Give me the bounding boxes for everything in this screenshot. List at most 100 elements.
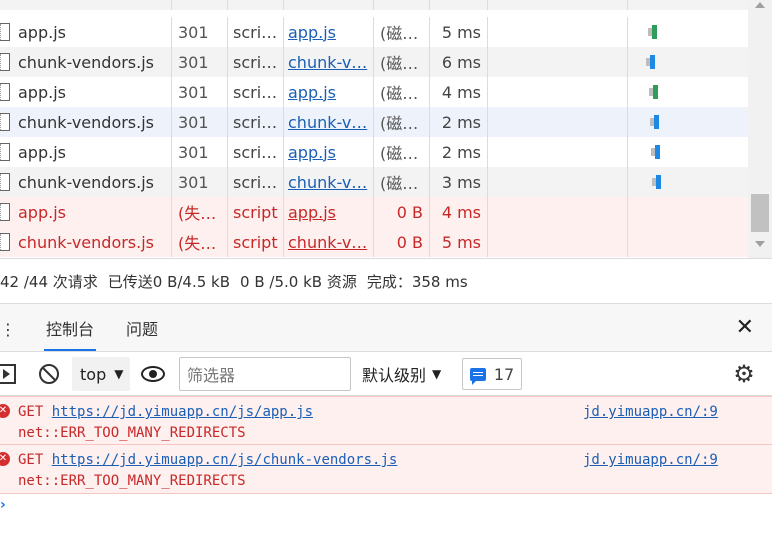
time-cell: 5 ms — [441, 232, 481, 252]
file-icon — [0, 23, 10, 41]
scroll-down-arrow-icon[interactable] — [755, 241, 765, 247]
status-cell: 301 — [178, 52, 209, 72]
waterfall-cell — [488, 77, 628, 107]
request-name: chunk-vendors.js — [18, 232, 155, 252]
initiator-link[interactable]: app.js — [288, 83, 336, 102]
type-cell: scri… — [233, 22, 278, 42]
waterfall-cell — [488, 107, 628, 137]
size-cell: (磁… — [380, 54, 419, 73]
context-selector-label: top — [80, 364, 107, 384]
show-sidebar-icon[interactable] — [0, 364, 16, 384]
request-url-link[interactable]: https://jd.yimuapp.cn/js/app.js — [52, 404, 313, 420]
type-cell: scri… — [233, 82, 278, 102]
waterfall-cell — [628, 47, 748, 77]
context-selector[interactable]: top ▼ — [72, 357, 130, 391]
type-cell: script — [233, 202, 278, 222]
file-icon — [0, 203, 10, 221]
network-summary-bar: 42 /44 次请求 已传送0 B/4.5 kB 0 B /5.0 kB 资源 … — [0, 258, 772, 304]
initiator-link[interactable]: chunk-v… — [288, 53, 367, 72]
more-tools-menu-icon[interactable]: ⋮ — [0, 320, 17, 339]
type-cell: script — [233, 232, 278, 252]
request-name: app.js — [18, 142, 66, 162]
request-name: chunk-vendors.js — [18, 52, 155, 72]
console-prompt-icon[interactable]: › — [0, 497, 6, 513]
issues-counter-button[interactable]: 17 — [462, 358, 522, 390]
status-cell: 301 — [178, 112, 209, 132]
settings-gear-icon[interactable]: ⚙ — [733, 362, 755, 386]
waterfall-cell — [488, 47, 628, 77]
source-location-link[interactable]: jd.yimuapp.cn/:9 — [583, 404, 718, 420]
console-error-message: ✕ GET https://jd.yimuapp.cn/js/app.js ne… — [0, 396, 772, 445]
time-cell: 2 ms — [441, 112, 481, 132]
waterfall-cell — [628, 197, 748, 227]
table-row[interactable]: app.js (失… script app.js 0 B 4 ms — [0, 197, 748, 227]
request-name: app.js — [18, 82, 66, 102]
waterfall-cell — [628, 167, 748, 197]
time-cell: 3 ms — [441, 172, 481, 192]
drawer-tab-bar: ⋮ 控制台 问题 ✕ — [0, 304, 772, 352]
log-level-dropdown[interactable]: 默认级别 ▼ — [362, 357, 454, 391]
status-cell: (失… — [178, 234, 217, 253]
request-name: chunk-vendors.js — [18, 112, 155, 132]
initiator-link[interactable]: app.js — [288, 23, 336, 42]
request-name: chunk-vendors.js — [18, 172, 155, 192]
error-text: net::ERR_TOO_MANY_REDIRECTS — [18, 473, 246, 489]
type-cell: scri… — [233, 112, 278, 132]
scroll-thumb[interactable] — [751, 194, 769, 232]
waterfall-cell — [628, 107, 748, 137]
source-location-link[interactable]: jd.yimuapp.cn/:9 — [583, 452, 718, 468]
request-url-link[interactable]: https://jd.yimuapp.cn/js/chunk-vendors.j… — [52, 452, 398, 468]
file-icon — [0, 173, 10, 191]
waterfall-cell — [628, 17, 748, 47]
status-cell: 301 — [178, 142, 209, 162]
close-drawer-icon[interactable]: ✕ — [736, 317, 754, 339]
table-row[interactable]: app.js 301 scri… app.js (磁… 4 ms — [0, 77, 748, 107]
caret-down-icon: ▼ — [432, 367, 442, 381]
console-toolbar: top ▼ 筛选器 默认级别 ▼ 17 ⚙ — [0, 352, 772, 396]
time-cell: 4 ms — [441, 82, 481, 102]
file-icon — [0, 143, 10, 161]
status-cell: 301 — [178, 172, 209, 192]
table-row[interactable]: app.js 301 scri… app.js (磁… 2 ms — [0, 137, 748, 167]
initiator-link[interactable]: chunk-v… — [288, 173, 367, 192]
file-icon — [0, 53, 10, 71]
size-cell: (磁… — [380, 114, 419, 133]
error-text: net::ERR_TOO_MANY_REDIRECTS — [18, 425, 246, 441]
request-count: 42 /44 次请求 — [0, 272, 98, 291]
type-cell: scri… — [233, 142, 278, 162]
request-name: app.js — [18, 202, 66, 222]
initiator-link[interactable]: app.js — [288, 203, 336, 222]
live-expression-eye-icon[interactable] — [141, 366, 165, 382]
initiator-link[interactable]: chunk-v… — [288, 113, 367, 132]
tab-issues[interactable]: 问题 — [126, 304, 158, 351]
table-row[interactable]: chunk-vendors.js (失… script chunk-v… 0 B 5 ms — [0, 227, 748, 257]
file-icon — [0, 83, 10, 101]
table-row[interactable]: app.js 301 scri… app.js (磁… 5 ms — [0, 17, 748, 47]
scroll-up-arrow-icon[interactable] — [755, 2, 765, 8]
status-cell: 301 — [178, 22, 209, 42]
time-cell: 4 ms — [441, 202, 481, 222]
table-row[interactable]: chunk-vendors.js 301 scri… chunk-v… (磁… 6 ms — [0, 47, 748, 77]
file-icon — [0, 113, 10, 131]
status-cell: 301 — [178, 82, 209, 102]
table-scrollbar[interactable] — [748, 0, 772, 258]
table-row[interactable]: chunk-vendors.js 301 scri… chunk-v… (磁… 2 ms — [0, 107, 748, 137]
table-row[interactable]: chunk-vendors.js 301 scri… chunk-v… (磁… 3 ms — [0, 167, 748, 197]
waterfall-cell — [488, 137, 628, 167]
initiator-link[interactable]: chunk-v… — [288, 233, 367, 252]
caret-down-icon: ▼ — [114, 367, 124, 381]
error-icon: ✕ — [0, 404, 10, 418]
tab-console[interactable]: 控制台 — [43, 304, 97, 351]
clear-console-icon[interactable] — [39, 364, 59, 384]
network-request-table: app.js 301 scri… app.js (磁… 5 ms chunk-vendors… — [0, 0, 772, 258]
status-cell: (失… — [178, 204, 217, 223]
issues-count: 17 — [493, 364, 515, 384]
filter-input[interactable]: 筛选器 — [179, 357, 351, 391]
message-bubble-icon — [469, 367, 486, 385]
waterfall-cell — [488, 167, 628, 197]
type-cell: scri… — [233, 172, 278, 192]
time-cell: 5 ms — [441, 22, 481, 42]
request-name: app.js — [18, 22, 66, 42]
initiator-link[interactable]: app.js — [288, 143, 336, 162]
waterfall-cell — [628, 77, 748, 107]
